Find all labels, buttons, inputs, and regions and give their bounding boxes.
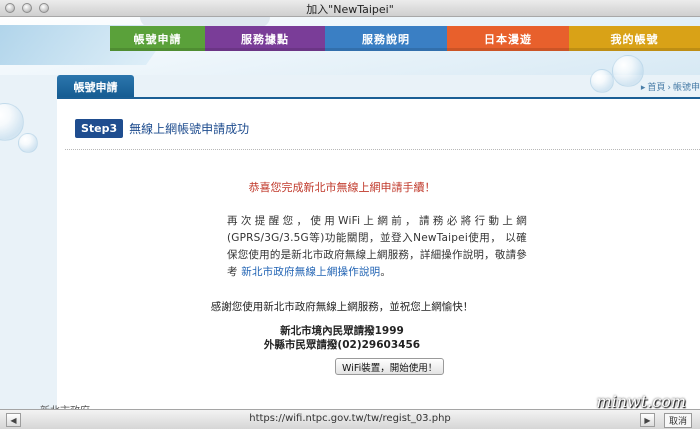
tab-account-apply[interactable]: 帳號申請 (57, 75, 134, 99)
dotted-divider (65, 149, 700, 151)
window-titlebar: 加入"NewTaipei" (0, 0, 700, 17)
main-content: Step3 無線上網帳號申請成功 恭喜您完成新北市無線上網申請手續！ 再次提醒您… (57, 99, 700, 409)
status-bar: ◀ https://wifi.ntpc.gov.tw/tw/regist_03.… (0, 409, 700, 429)
main-nav: 帳號申請 服務據點 服務說明 日本漫遊 我的帳號 (110, 26, 700, 51)
nav-item-account-apply[interactable]: 帳號申請 (110, 26, 205, 51)
breadcrumb-home[interactable]: 首頁 (647, 83, 665, 93)
window-title: 加入"NewTaipei" (306, 3, 394, 16)
cancel-button[interactable]: 取消 (663, 413, 692, 428)
breadcrumb-current: 帳號申 (672, 83, 700, 93)
decor-bubble (590, 69, 614, 93)
hotline-local: 新北市境內民眾請撥1999 (280, 325, 404, 337)
nav-item-japan-roaming[interactable]: 日本漫遊 (447, 26, 569, 51)
step-badge: Step3 (75, 119, 124, 138)
tab-row: 帳號申請 ▸ 首頁 › 帳號申 (0, 55, 700, 153)
reminder-paragraph: 再次提醒您，使用WiFi上網前，請務必將行動上網(GPRS/3G/3.5G等)功… (227, 213, 527, 281)
reminder-end: 。 (380, 266, 392, 278)
watermark-logo: minwt.com (596, 392, 686, 411)
operation-guide-link[interactable]: 新北市政府無線上網操作說明 (241, 266, 380, 278)
breadcrumb-separator: › (667, 83, 671, 93)
start-wifi-button[interactable]: WiFi裝置，開始使用！ (335, 358, 445, 375)
status-url: https://wifi.ntpc.gov.tw/tw/regist_03.ph… (249, 413, 451, 424)
nav-item-my-account[interactable]: 我的帳號 (569, 26, 700, 51)
decor-bubble (18, 133, 38, 153)
nav-item-service-info[interactable]: 服務說明 (325, 26, 447, 51)
step-title: 無線上網帳號申請成功 (129, 122, 250, 136)
breadcrumb-arrow-icon: ▸ (640, 83, 646, 93)
nav-item-service-points[interactable]: 服務據點 (205, 26, 325, 51)
breadcrumb: ▸ 首頁 › 帳號申 (639, 80, 700, 93)
scroll-right-button[interactable]: ▶ (640, 413, 655, 427)
thanks-message: 感謝您使用新北市政府無線上網服務，並祝您上網愉快！ (210, 301, 474, 313)
site-header: 帳號申請 服務據點 服務說明 日本漫遊 我的帳號 (0, 17, 700, 75)
step-heading: Step3 無線上網帳號申請成功 (75, 119, 249, 138)
hotline-other: 外縣市民眾請撥(02)29603456 (263, 339, 421, 351)
success-message: 恭喜您完成新北市無線上網申請手續！ (248, 181, 436, 194)
